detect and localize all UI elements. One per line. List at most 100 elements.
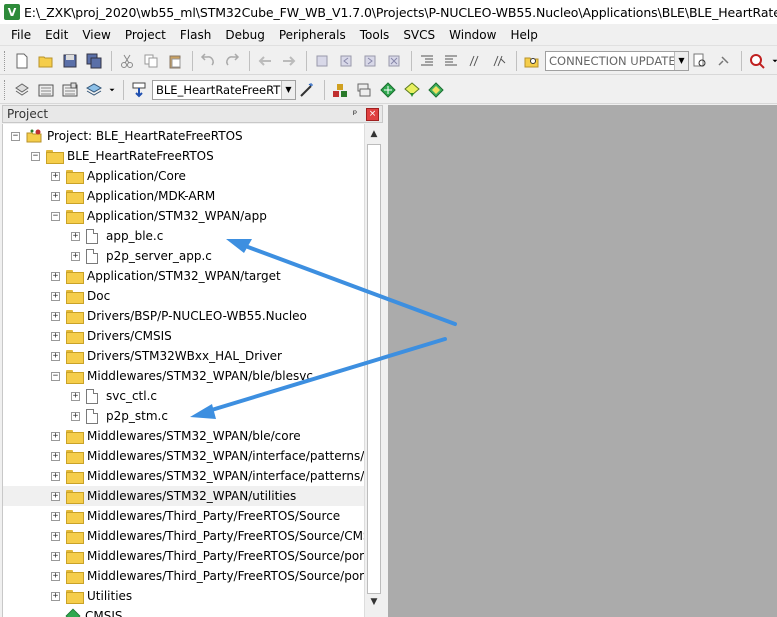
scrollbar-thumb[interactable]: [367, 144, 381, 594]
expand-icon[interactable]: +: [51, 331, 60, 341]
nav-back-button[interactable]: [254, 50, 276, 72]
scroll-up-icon[interactable]: ▲: [366, 126, 382, 142]
collapse-icon[interactable]: −: [11, 131, 20, 141]
tree-scrollbar[interactable]: ▲ ▼: [364, 124, 383, 617]
new-file-button[interactable]: [11, 50, 33, 72]
toolbar-grip[interactable]: [4, 50, 7, 71]
tree-group-item[interactable]: + Drivers/CMSIS: [3, 326, 364, 346]
tree-group-item[interactable]: + Application/MDK-ARM: [3, 186, 364, 206]
menu-help[interactable]: Help: [503, 25, 544, 45]
uncomment-button[interactable]: [488, 50, 510, 72]
indent-button[interactable]: [416, 50, 438, 72]
tree-file-item[interactable]: + app_ble.c: [3, 226, 364, 246]
tree-project-root[interactable]: − Project: BLE_HeartRateFreeRTOS: [3, 126, 364, 146]
tree-group-item[interactable]: + Middlewares/STM32_WPAN/utilities: [3, 486, 364, 506]
menu-file[interactable]: File: [4, 25, 38, 45]
close-icon[interactable]: ×: [366, 107, 379, 121]
translate-button[interactable]: [11, 79, 33, 101]
more-options-button[interactable]: [770, 50, 777, 72]
expand-icon[interactable]: +: [71, 231, 80, 241]
menu-view[interactable]: View: [75, 25, 117, 45]
tree-group-item[interactable]: + Middlewares/Third_Party/FreeRTOS/Source…: [3, 526, 364, 546]
menu-peripherals[interactable]: Peripherals: [272, 25, 353, 45]
next-bookmark-button[interactable]: [359, 50, 381, 72]
expand-icon[interactable]: +: [51, 271, 60, 281]
chevron-down-icon[interactable]: ▼: [281, 80, 295, 99]
menu-window[interactable]: Window: [442, 25, 503, 45]
menu-project[interactable]: Project: [118, 25, 173, 45]
scroll-down-icon[interactable]: ▼: [366, 594, 382, 610]
expand-icon[interactable]: +: [51, 471, 60, 481]
menu-edit[interactable]: Edit: [38, 25, 75, 45]
tree-group-item[interactable]: + Middlewares/Third_Party/FreeRTOS/Source: [3, 506, 364, 526]
target-combo[interactable]: BLE_HeartRateFreeRTOS ▼: [152, 79, 296, 100]
tree-group-item[interactable]: + Middlewares/STM32_WPAN/ble/core: [3, 426, 364, 446]
clear-bookmarks-button[interactable]: [383, 50, 405, 72]
batch-build-button[interactable]: [83, 79, 105, 101]
collapse-icon[interactable]: −: [51, 371, 60, 381]
expand-icon[interactable]: +: [51, 291, 60, 301]
prev-bookmark-button[interactable]: [335, 50, 357, 72]
tree-file-item[interactable]: + p2p_stm.c: [3, 406, 364, 426]
expand-icon[interactable]: +: [71, 411, 80, 421]
expand-icon[interactable]: +: [51, 511, 60, 521]
select-packs-button[interactable]: [377, 79, 399, 101]
tree-group-item[interactable]: + Doc: [3, 286, 364, 306]
tree-group-item[interactable]: − Application/STM32_WPAN/app: [3, 206, 364, 226]
pack-installer-button[interactable]: [401, 79, 423, 101]
collapse-icon[interactable]: −: [51, 211, 60, 221]
comment-button[interactable]: [464, 50, 486, 72]
expand-icon[interactable]: +: [51, 351, 60, 361]
batch-dropdown-button[interactable]: [107, 79, 117, 101]
save-all-button[interactable]: [83, 50, 105, 72]
nav-forward-button[interactable]: [278, 50, 300, 72]
find-button[interactable]: [689, 50, 711, 72]
expand-icon[interactable]: +: [71, 251, 80, 261]
unindent-button[interactable]: [440, 50, 462, 72]
menu-flash[interactable]: Flash: [173, 25, 218, 45]
menu-tools[interactable]: Tools: [353, 25, 397, 45]
incremental-find-button[interactable]: [713, 50, 735, 72]
download-button[interactable]: [128, 79, 150, 101]
tree-group-item[interactable]: − BLE_HeartRateFreeRTOS: [3, 146, 364, 166]
undo-button[interactable]: [197, 50, 219, 72]
tree-group-item[interactable]: + Application/Core: [3, 166, 364, 186]
cut-button[interactable]: [116, 50, 138, 72]
expand-icon[interactable]: +: [51, 571, 60, 581]
tree-group-item[interactable]: + Utilities: [3, 586, 364, 606]
copy-button[interactable]: [140, 50, 162, 72]
tree-group-item[interactable]: + Middlewares/Third_Party/FreeRTOS/Source…: [3, 546, 364, 566]
tree-group-item[interactable]: − Middlewares/STM32_WPAN/ble/blesvc: [3, 366, 364, 386]
chevron-down-icon[interactable]: ▼: [674, 51, 688, 70]
find-combo[interactable]: CONNECTION UPDATE EV ▼: [545, 50, 689, 71]
expand-icon[interactable]: +: [51, 551, 60, 561]
menu-debug[interactable]: Debug: [218, 25, 271, 45]
expand-icon[interactable]: +: [71, 391, 80, 401]
toolbar-grip[interactable]: [4, 79, 7, 100]
save-button[interactable]: [59, 50, 81, 72]
expand-icon[interactable]: +: [51, 171, 60, 181]
expand-icon[interactable]: +: [51, 311, 60, 321]
tree-group-item[interactable]: + Drivers/BSP/P-NUCLEO-WB55.Nucleo: [3, 306, 364, 326]
paste-button[interactable]: [164, 50, 186, 72]
expand-icon[interactable]: +: [51, 591, 60, 601]
pin-icon[interactable]: ᵖ: [348, 107, 362, 121]
expand-icon[interactable]: +: [51, 431, 60, 441]
tree-group-item[interactable]: + Middlewares/STM32_WPAN/interface/patter…: [3, 466, 364, 486]
tree-group-item[interactable]: CMSIS: [3, 606, 364, 617]
software-packs-button[interactable]: [425, 79, 447, 101]
bookmark-button[interactable]: [311, 50, 333, 72]
tree-group-item[interactable]: + Application/STM32_WPAN/target: [3, 266, 364, 286]
redo-button[interactable]: [221, 50, 243, 72]
collapse-icon[interactable]: −: [31, 151, 40, 161]
expand-icon[interactable]: +: [51, 451, 60, 461]
tree-group-item[interactable]: + Middlewares/Third_Party/FreeRTOS/Source…: [3, 566, 364, 586]
tree-file-item[interactable]: + svc_ctl.c: [3, 386, 364, 406]
expand-icon[interactable]: +: [51, 191, 60, 201]
debug-session-button[interactable]: [746, 50, 768, 72]
build-button[interactable]: [35, 79, 57, 101]
open-file-button[interactable]: [35, 50, 57, 72]
rebuild-button[interactable]: [59, 79, 81, 101]
expand-icon[interactable]: +: [51, 491, 60, 501]
manage-components-button[interactable]: [329, 79, 351, 101]
